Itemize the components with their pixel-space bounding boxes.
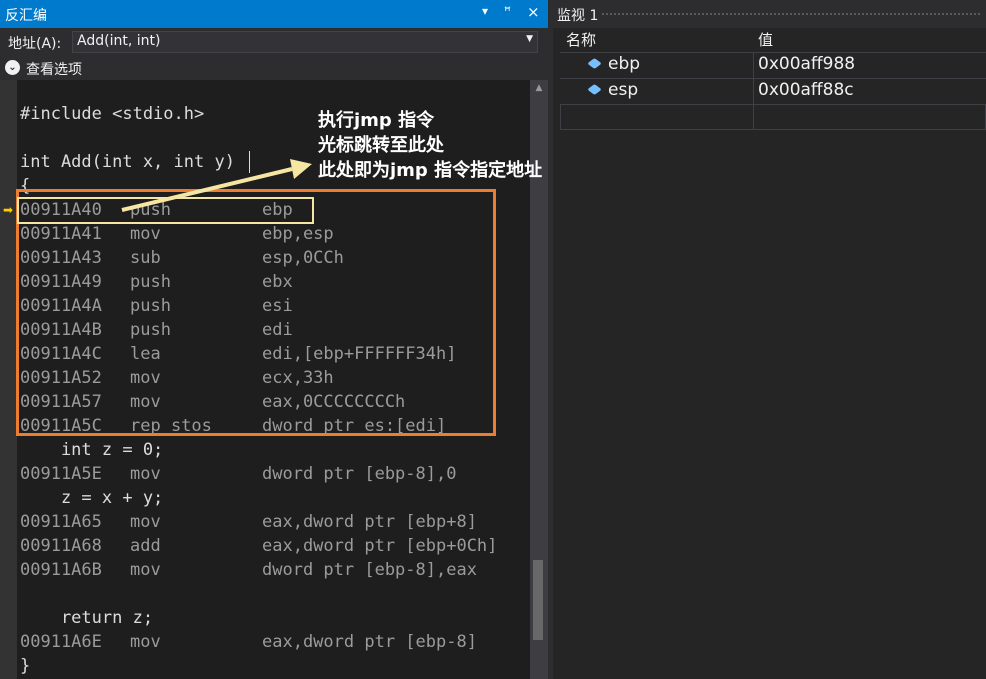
watch-add-row[interactable] xyxy=(560,104,986,130)
annotation-line-2: 光标跳转至此处 xyxy=(318,135,444,156)
annotation-arrow xyxy=(121,159,312,212)
watch-row-value[interactable]: 0x00aff88c xyxy=(758,80,854,100)
variable-icon xyxy=(587,84,602,95)
column-divider xyxy=(753,104,754,130)
annotation-text: 执行jmp 指令 光标跳转至此处 此处即为jmp 指令指定地址 xyxy=(318,108,542,183)
watch-title-bar: 监视 1 xyxy=(553,0,986,28)
variable-icon xyxy=(587,58,602,69)
watch-title: 监视 1 xyxy=(557,8,599,24)
column-header-name[interactable]: 名称 xyxy=(566,28,596,52)
annotation-line-3: 此处即为jmp 指令指定地址 xyxy=(318,160,543,181)
column-header-value[interactable]: 值 xyxy=(758,28,773,52)
watch-row-value[interactable]: 0x00aff988 xyxy=(758,54,855,74)
column-divider xyxy=(753,53,754,79)
drag-grip[interactable] xyxy=(601,12,982,16)
watch-row-name[interactable]: ebp xyxy=(608,54,640,74)
watch-row[interactable]: esp 0x00aff88c xyxy=(560,78,986,105)
watch-header-row: 名称 值 xyxy=(558,28,986,52)
watch-row-name[interactable]: esp xyxy=(608,80,638,100)
column-divider xyxy=(753,79,754,105)
watch-row[interactable]: ebp 0x00aff988 xyxy=(560,52,986,79)
annotation-line-1: 执行jmp 指令 xyxy=(318,110,435,131)
